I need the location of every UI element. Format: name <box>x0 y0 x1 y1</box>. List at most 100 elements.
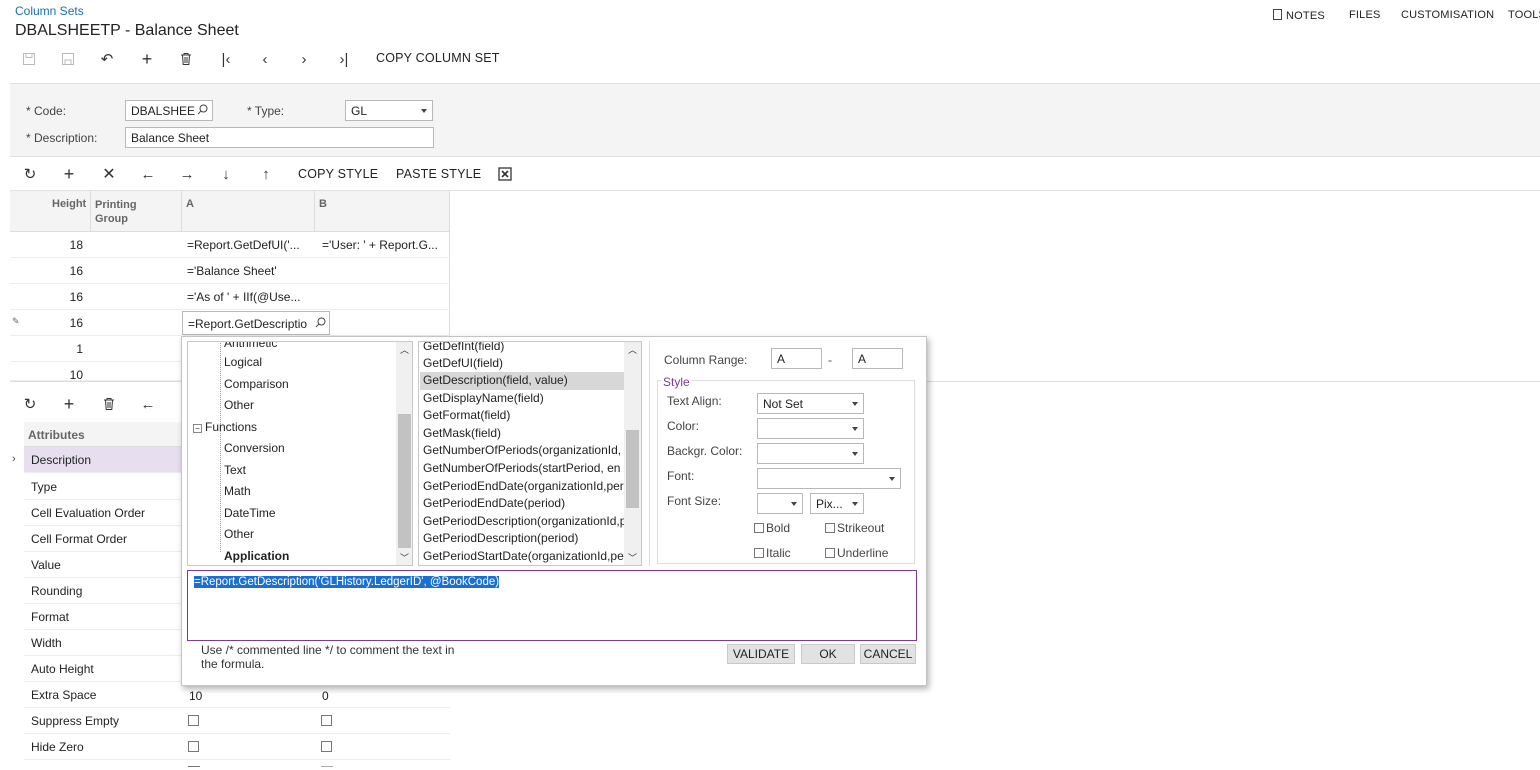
strikeout-box[interactable] <box>825 523 835 533</box>
suppress-empty-a-checkbox[interactable] <box>188 715 199 726</box>
breadcrumb[interactable]: Column Sets <box>15 4 84 18</box>
copy-column-set-button[interactable]: COPY COLUMN SET <box>376 51 500 65</box>
scroll-down-icon[interactable]: ﹀ <box>397 550 412 565</box>
tree-item-conversion[interactable]: Conversion <box>224 441 285 455</box>
strikeout-checkbox[interactable]: Strikeout <box>825 521 884 535</box>
collapse-icon[interactable]: − <box>193 424 202 433</box>
scroll-up-icon[interactable]: ︿ <box>625 342 640 357</box>
category-tree[interactable]: Arithmetic Logical Comparison Other − Fu… <box>187 341 413 566</box>
scroll-thumb[interactable] <box>626 430 639 508</box>
scroll-thumb[interactable] <box>398 414 411 548</box>
files-link[interactable]: FILES <box>1349 9 1381 21</box>
customisation-link[interactable]: CUSTOMISATION <box>1401 9 1494 21</box>
function-scrollbar[interactable]: ︿ ﹀ <box>624 342 641 565</box>
refresh-icon[interactable]: ↻ <box>18 162 42 186</box>
italic-box[interactable] <box>754 548 764 558</box>
add-row-icon[interactable]: + <box>57 162 81 186</box>
cell-a[interactable]: =Report.GetDefUI('... <box>187 232 309 258</box>
range-from-field[interactable]: A <box>771 348 822 369</box>
add-icon[interactable]: + <box>135 47 159 71</box>
function-item-selected[interactable]: GetDescription(field, value) <box>423 372 568 389</box>
text-align-select[interactable]: Not Set <box>757 393 864 414</box>
validate-button[interactable]: VALIDATE <box>727 644 795 664</box>
underline-checkbox[interactable]: Underline <box>825 546 888 560</box>
tree-item-comparison[interactable]: Comparison <box>224 377 289 391</box>
table-row[interactable]: 16 ='Balance Sheet' <box>10 258 450 284</box>
last-record-icon[interactable]: ›| <box>332 47 356 71</box>
tree-item-application[interactable]: Application <box>224 549 289 563</box>
font-size-select[interactable] <box>757 493 803 514</box>
function-item[interactable]: GetPeriodStartDate(organizationId,pe <box>423 548 624 565</box>
excel-export-icon[interactable] <box>493 162 517 186</box>
function-item[interactable]: GetFormat(field) <box>423 407 510 424</box>
function-item[interactable]: GetMask(field) <box>423 425 501 442</box>
arrow-right-icon[interactable]: → <box>175 162 199 186</box>
scroll-up-icon[interactable]: ︿ <box>397 342 412 357</box>
attribute-row[interactable]: Hide Zero <box>24 734 450 760</box>
attribute-row[interactable]: Suppress Empty <box>24 708 450 734</box>
color-select[interactable] <box>757 418 864 439</box>
tree-item-logical[interactable]: Logical <box>224 355 262 369</box>
cell-a[interactable]: ='Balance Sheet' <box>187 258 309 284</box>
delete-attribute-icon[interactable] <box>97 392 121 416</box>
font-select[interactable] <box>757 468 901 489</box>
tree-scrollbar[interactable]: ︿ ﹀ <box>396 342 412 565</box>
refresh-icon[interactable]: ↻ <box>18 392 42 416</box>
ok-button[interactable]: OK <box>801 644 855 664</box>
arrow-left-icon[interactable]: ← <box>136 392 160 416</box>
arrow-up-icon[interactable]: ↑ <box>254 162 278 186</box>
undo-icon[interactable]: ↶ <box>95 47 119 71</box>
search-icon[interactable] <box>313 317 326 331</box>
hide-zero-a-checkbox[interactable] <box>188 741 199 752</box>
italic-checkbox[interactable]: Italic <box>754 546 791 560</box>
range-to-field[interactable]: A <box>852 348 903 369</box>
function-item[interactable]: GetPeriodEndDate(organizationId,per <box>423 478 624 495</box>
arrow-left-icon[interactable]: ← <box>136 162 160 186</box>
first-record-icon[interactable]: |‹ <box>214 47 238 71</box>
table-row[interactable]: 18 =Report.GetDefUI('... ='User: ' + Rep… <box>10 232 450 258</box>
function-item[interactable]: GetDefUI(field) <box>423 355 503 372</box>
tree-item-text[interactable]: Text <box>224 463 246 477</box>
table-row[interactable]: ✎ 16 =Report.GetDescriptio <box>10 310 450 336</box>
function-item[interactable]: GetPeriodDescription(organizationId,p <box>423 513 626 530</box>
tree-item-functions[interactable]: Functions <box>205 420 257 434</box>
function-item[interactable]: GetPeriodEndDate(period) <box>423 495 565 512</box>
backgr-color-select[interactable] <box>757 443 864 464</box>
cell-a[interactable]: ='As of ' + IIf(@Use... <box>187 284 309 310</box>
function-item[interactable]: GetNumberOfPeriods(organizationId, <box>423 442 621 459</box>
table-row[interactable]: 16 ='As of ' + IIf(@Use... <box>10 284 450 310</box>
tree-item-datetime[interactable]: DateTime <box>224 506 276 520</box>
function-item[interactable]: GetPeriodDescription(period) <box>423 530 578 547</box>
bold-checkbox[interactable]: Bold <box>754 521 790 535</box>
extra-space-a[interactable]: 10 <box>189 689 202 703</box>
arrow-down-icon[interactable]: ↓ <box>214 162 238 186</box>
font-unit-select[interactable]: Pix... <box>810 493 864 514</box>
scroll-down-icon[interactable]: ﹀ <box>625 550 640 565</box>
function-item[interactable]: GetNumberOfPeriods(startPeriod, en <box>423 460 620 477</box>
code-field[interactable]: DBALSHEE <box>125 100 213 121</box>
hide-zero-b-checkbox[interactable] <box>321 741 332 752</box>
function-item[interactable]: GetDefInt(field) <box>423 342 504 355</box>
add-attribute-icon[interactable]: + <box>57 392 81 416</box>
function-list[interactable]: GetDefInt(field) GetDefUI(field) GetDesc… <box>418 341 642 566</box>
tree-item-math[interactable]: Math <box>224 484 251 498</box>
bold-box[interactable] <box>754 523 764 533</box>
save-close-icon[interactable] <box>17 47 41 71</box>
underline-box[interactable] <box>825 548 835 558</box>
cancel-button[interactable]: CANCEL <box>860 644 916 664</box>
previous-record-icon[interactable]: ‹ <box>253 47 277 71</box>
next-record-icon[interactable]: › <box>292 47 316 71</box>
extra-space-b[interactable]: 0 <box>322 689 329 703</box>
description-field[interactable]: Balance Sheet <box>125 127 434 148</box>
search-icon[interactable] <box>197 104 208 118</box>
tools-link[interactable]: TOOLS <box>1508 9 1540 21</box>
type-select[interactable]: GL <box>345 100 433 121</box>
cell-a-editor[interactable]: =Report.GetDescriptio <box>182 311 330 335</box>
tree-item-other[interactable]: Other <box>224 398 254 412</box>
suppress-empty-b-checkbox[interactable] <box>321 715 332 726</box>
copy-style-button[interactable]: COPY STYLE <box>298 167 378 181</box>
notes-link[interactable]: NOTES <box>1273 9 1325 22</box>
delete-icon[interactable] <box>174 47 198 71</box>
formula-textarea[interactable]: =Report.GetDescription('GLHistory.Ledger… <box>187 570 917 641</box>
tree-item-other-functions[interactable]: Other <box>224 527 254 541</box>
